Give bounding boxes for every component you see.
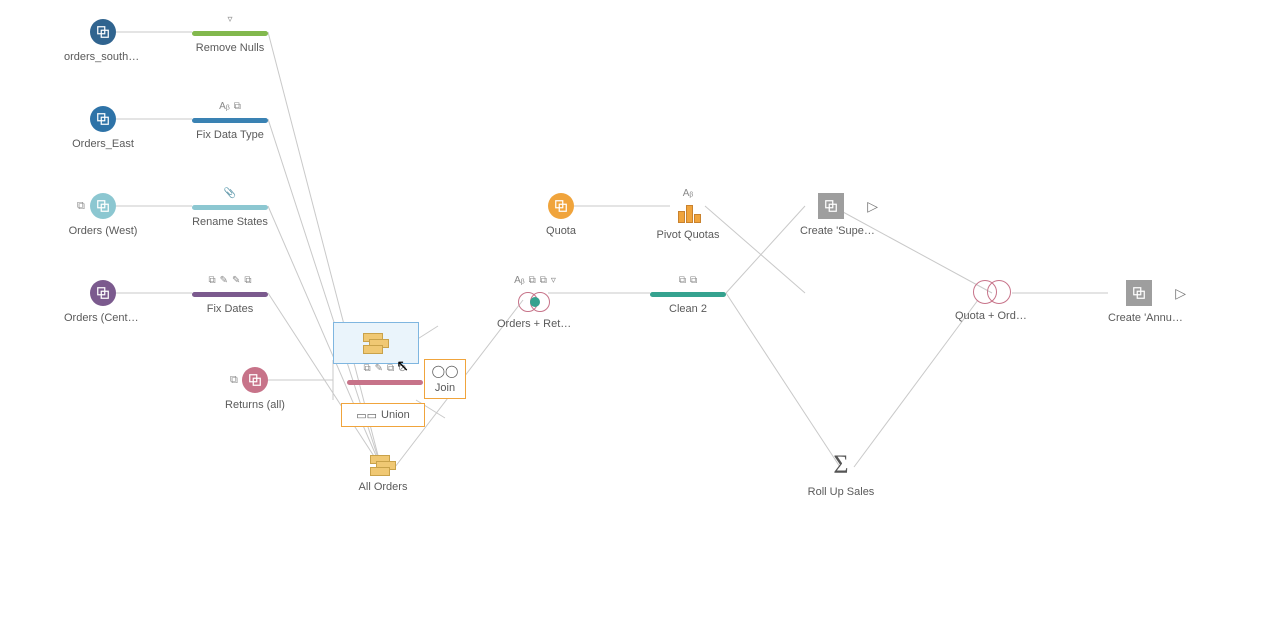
step-op-icons: ⧉✎⧉⊘ xyxy=(347,363,423,377)
node-label: Fix Data Type xyxy=(192,129,268,141)
drag-ghost-union[interactable] xyxy=(333,322,419,364)
node-label: Orders_East xyxy=(64,138,142,150)
node-label: Quota xyxy=(522,225,600,237)
union-all-orders[interactable]: All Orders xyxy=(345,455,421,493)
node-label: Returns (all) xyxy=(216,399,294,411)
input-orders-south[interactable]: orders_south_... xyxy=(64,19,142,63)
step-op-icons: 📎 xyxy=(192,188,268,202)
out-icon: ⧉ xyxy=(234,101,241,115)
join-quota-orders[interactable]: Quota + Orders xyxy=(955,280,1031,322)
pivot-icon xyxy=(676,205,700,223)
datasource-icon xyxy=(548,193,574,219)
join-icon: ◯◯ xyxy=(432,364,459,378)
input-orders-west[interactable]: Orders (West) xyxy=(64,193,142,237)
union-icon xyxy=(370,455,396,475)
step-op-icons: ⧉⧉ xyxy=(650,275,726,289)
join-icon xyxy=(973,280,1013,304)
node-label: All Orders xyxy=(345,481,421,493)
rename-icon: Aᵦ xyxy=(683,188,694,202)
drop-label: Join xyxy=(435,382,455,394)
node-label: Remove Nulls xyxy=(192,42,268,54)
clean-bar xyxy=(347,380,423,385)
filter-icon: ▿ xyxy=(227,14,232,28)
step-op-icons: ▿ xyxy=(192,14,268,28)
output-annual[interactable]: ▷ Create 'Annual ... xyxy=(1108,280,1186,324)
clean-bar xyxy=(650,292,726,297)
node-label: Create 'Supers... xyxy=(800,225,878,237)
calc-icon: ✎ xyxy=(220,275,228,289)
clean-bar xyxy=(192,292,268,297)
step-op-icons: ⧉ ✎ ✎ ⧉ xyxy=(192,275,268,289)
datasource-icon xyxy=(90,193,116,219)
input-orders-east[interactable]: Orders_East xyxy=(64,106,142,150)
run-icon[interactable]: ▷ xyxy=(1175,285,1186,302)
input-returns[interactable]: Returns (all) xyxy=(216,367,294,411)
node-label: Fix Dates xyxy=(192,303,268,315)
clean-bar xyxy=(192,118,268,123)
node-label: Create 'Annual ... xyxy=(1108,312,1186,324)
datasource-icon xyxy=(242,367,268,393)
aggregate-rollup[interactable]: Σ Roll Up Sales xyxy=(803,450,879,498)
clean-remove-nulls[interactable]: ▿ Remove Nulls xyxy=(192,14,268,54)
node-label: Orders (Central) xyxy=(64,312,142,324)
node-label: Quota + Orders xyxy=(955,310,1031,322)
drop-target-union[interactable]: ▭▭ Union xyxy=(341,403,425,427)
sigma-icon: Σ xyxy=(803,450,879,480)
clean-returns-ghost[interactable]: ⧉✎⧉⊘ xyxy=(347,363,423,385)
input-orders-central[interactable]: Orders (Central) xyxy=(64,280,142,324)
drop-label: Union xyxy=(381,409,410,421)
datasource-icon xyxy=(90,19,116,45)
node-label: Roll Up Sales xyxy=(803,486,879,498)
step-op-icons: Aᵦ⧉⧉▿ xyxy=(497,275,573,289)
pivot-quotas[interactable]: Aᵦ Pivot Quotas xyxy=(650,188,726,241)
datasource-icon xyxy=(90,280,116,306)
clean-bar xyxy=(192,31,268,36)
step-op-icons: Aᵦ xyxy=(650,188,726,202)
join-icon xyxy=(518,292,552,312)
rename-icon: Aᵦ xyxy=(219,101,230,115)
datasource-icon xyxy=(90,106,116,132)
calc-icon: ⧉ xyxy=(690,275,697,289)
union-icon xyxy=(363,333,389,353)
clean-bar xyxy=(192,205,268,210)
flow-canvas[interactable]: orders_south_... Orders_East ⧉ Orders (W… xyxy=(0,0,1279,640)
flow-edges xyxy=(0,0,1279,640)
calc-icon: ✎ xyxy=(232,275,240,289)
node-label: Orders + Returns xyxy=(497,318,573,330)
join-orders-returns[interactable]: Aᵦ⧉⧉▿ Orders + Returns xyxy=(497,275,573,330)
calc-icon: ⧉ xyxy=(208,275,215,289)
clean-fix-dates[interactable]: ⧉ ✎ ✎ ⧉ Fix Dates xyxy=(192,275,268,315)
input-quota[interactable]: Quota xyxy=(522,193,600,237)
calc-icon: ⧉ xyxy=(679,275,686,289)
node-label: orders_south_... xyxy=(64,51,142,63)
attach-icon: 📎 xyxy=(224,188,236,202)
drop-target-join[interactable]: ◯◯ Join xyxy=(424,359,466,399)
clean-fix-data-type[interactable]: Aᵦ ⧉ Fix Data Type xyxy=(192,101,268,141)
clean-rename-states[interactable]: 📎 Rename States xyxy=(192,188,268,228)
node-label: Pivot Quotas xyxy=(650,229,726,241)
node-label: Clean 2 xyxy=(650,303,726,315)
node-label: Rename States xyxy=(192,216,268,228)
output-supers[interactable]: ▷ Create 'Supers... xyxy=(800,193,878,237)
clean-clean2[interactable]: ⧉⧉ Clean 2 xyxy=(650,275,726,315)
node-label: Orders (West) xyxy=(64,225,142,237)
calc-icon: ⧉ xyxy=(244,275,251,289)
run-icon[interactable]: ▷ xyxy=(867,198,878,215)
output-icon xyxy=(1126,280,1152,306)
step-op-icons: Aᵦ ⧉ xyxy=(192,101,268,115)
union-small-icon: ▭▭ xyxy=(356,409,377,422)
output-icon xyxy=(818,193,844,219)
